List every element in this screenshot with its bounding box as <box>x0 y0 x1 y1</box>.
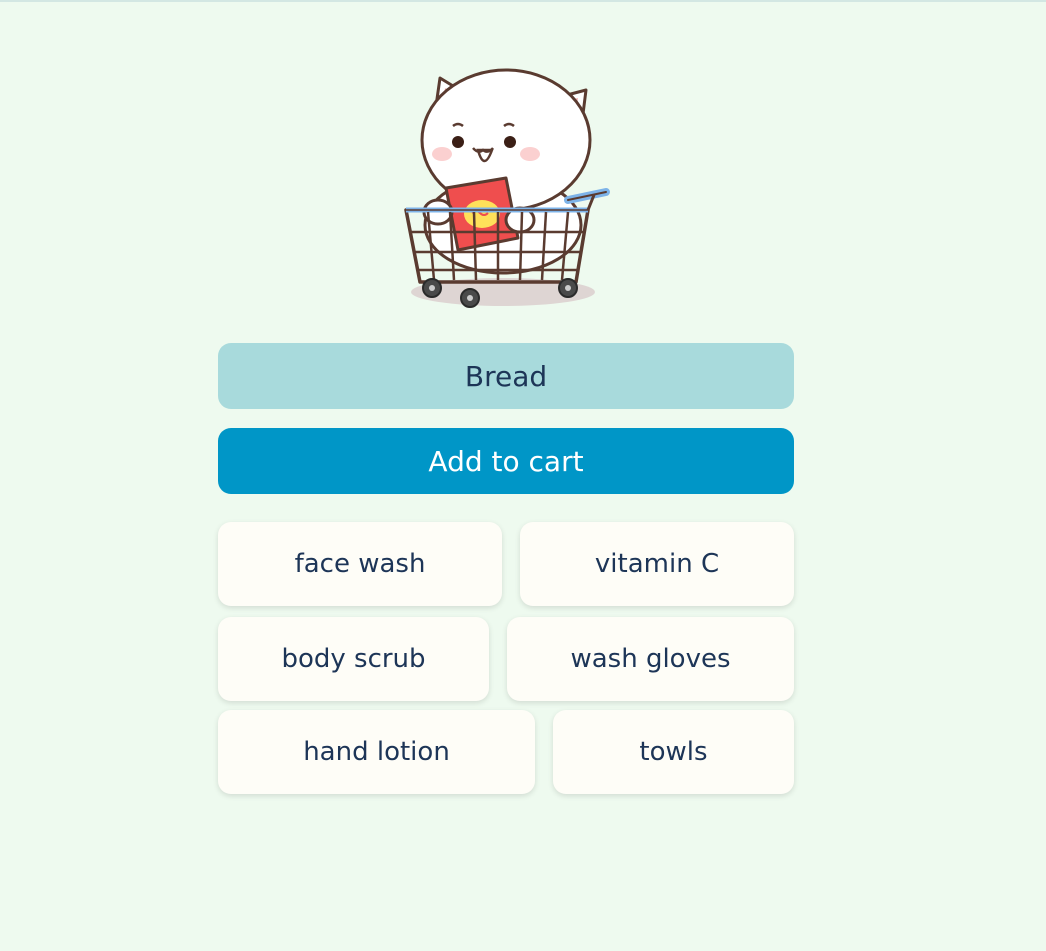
cat-in-shopping-cart-icon <box>404 68 610 308</box>
add-to-cart-button[interactable]: Add to cart <box>218 428 794 494</box>
list-item[interactable]: face wash <box>218 522 502 606</box>
item-input[interactable] <box>218 343 794 409</box>
list-item[interactable]: wash gloves <box>507 617 794 701</box>
list-item[interactable]: body scrub <box>218 617 489 701</box>
list-item[interactable]: hand lotion <box>218 710 535 794</box>
list-item-label: body scrub <box>281 644 426 674</box>
list-item-label: hand lotion <box>303 737 450 767</box>
list-item-label: towls <box>639 737 708 767</box>
list-item-label: vitamin C <box>594 549 720 579</box>
top-border <box>0 0 1046 2</box>
list-item[interactable]: towls <box>553 710 794 794</box>
list-item-label: face wash <box>294 549 426 579</box>
list-item[interactable]: vitamin C <box>520 522 794 606</box>
list-item-label: wash gloves <box>570 644 731 674</box>
